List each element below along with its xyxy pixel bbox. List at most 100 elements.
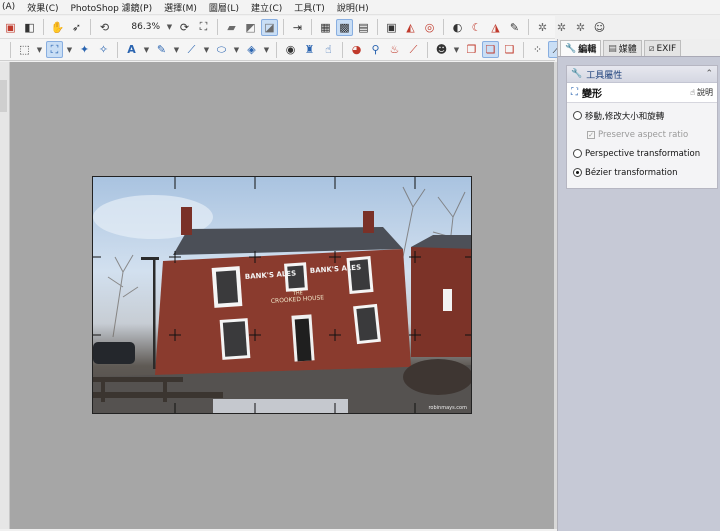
fit-screen-icon[interactable]: ⛶ — [195, 19, 212, 36]
fill-icon[interactable]: ◈ — [243, 41, 260, 58]
tab-media[interactable]: ▤ 媒體 — [603, 40, 642, 56]
gear-icon[interactable]: ✲ — [534, 19, 551, 36]
toolbar-separator — [528, 19, 529, 35]
menu-item-a[interactable]: (A) — [2, 2, 15, 12]
image-canvas[interactable]: BANK'S ALES BANK'S ALES THE CROOKED HOUS… — [10, 62, 554, 529]
transform-options: 移動,修改大小和旋轉 ✓ Preserve aspect ratio Persp… — [567, 103, 717, 185]
fill-dropdown-icon[interactable]: ▼ — [262, 41, 271, 58]
bucket-icon[interactable]: ♨ — [386, 41, 403, 58]
zoom-out-icon[interactable]: ⟲ — [96, 19, 113, 36]
menu-item-create[interactable]: 建立(C) — [251, 1, 282, 14]
photo-icon[interactable]: ▣ — [383, 19, 400, 36]
person-icon[interactable]: ☻ — [433, 41, 450, 58]
tools-toolbar: ⬚ ▼ ⛶ ▼ ✦ ✧ A ▼ ✎ ▼ ⟋ ▼ ⬭ ▼ ◈ ▼ ◉ ♜ ☝ ◕ … — [0, 39, 574, 61]
help-button[interactable]: ☝ 說明 — [690, 87, 713, 98]
menu-bar: (A) 效果(C) PhotoShop 濾鏡(P) 選擇(M) 圖層(L) 建立… — [0, 0, 720, 15]
brush-dropdown-icon[interactable]: ▼ — [172, 41, 181, 58]
option-bezier[interactable]: Bézier transformation — [573, 163, 711, 182]
main-house — [155, 207, 411, 375]
text-icon[interactable]: A — [123, 41, 140, 58]
tab-exif[interactable]: ⧄ EXIF — [643, 40, 682, 56]
radio-bezier[interactable] — [573, 168, 582, 177]
tab-edit[interactable]: 🔧 編輯 — [560, 40, 602, 56]
brush-fill-icon[interactable]: ◮ — [487, 19, 504, 36]
zoom-dropdown-icon[interactable]: ▼ — [165, 19, 174, 36]
menu-item-help[interactable]: 說明(H) — [337, 1, 369, 14]
menu-item-layer[interactable]: 圖層(L) — [209, 1, 239, 14]
grid-icon[interactable]: ▦ — [317, 19, 334, 36]
menu-item-photoshop-filters[interactable]: PhotoShop 濾鏡(P) — [71, 1, 153, 14]
layer-stack-icon[interactable]: ❑ — [501, 41, 518, 58]
zoom-level[interactable]: 86.3% — [115, 19, 163, 35]
menu-item-effects[interactable]: 效果(C) — [27, 1, 58, 14]
open-icon[interactable]: ▣ — [2, 19, 19, 36]
tool-properties-header[interactable]: 🔧 工具屬性 ⌃ — [567, 66, 717, 83]
star-brush-icon[interactable]: ✧ — [95, 41, 112, 58]
transform-tool-icon[interactable]: ⛶ — [46, 41, 63, 58]
swirl-icon[interactable]: ◎ — [421, 19, 438, 36]
menu-item-tools[interactable]: 工具(T) — [294, 1, 325, 14]
moon-icon[interactable]: ☾ — [468, 19, 485, 36]
option-perspective[interactable]: Perspective transformation — [573, 144, 711, 163]
hand-icon[interactable]: ✋ — [49, 19, 66, 36]
toolbar-separator — [283, 19, 284, 35]
gear-2-icon[interactable]: ✲ — [553, 19, 570, 36]
radio-move[interactable] — [573, 111, 582, 120]
wrench-icon: 🔧 — [571, 69, 583, 79]
menu-item-select[interactable]: 選擇(M) — [164, 1, 197, 14]
copy-icon[interactable]: ◧ — [21, 19, 38, 36]
line-icon[interactable]: ⟋ — [183, 41, 200, 58]
grid-fine-icon[interactable]: ▩ — [336, 18, 353, 36]
transform-dropdown-icon[interactable]: ▼ — [65, 41, 74, 58]
left-dock-tab[interactable] — [0, 80, 7, 112]
eyedropper-icon[interactable]: ⟋ — [405, 41, 422, 58]
tool-name-row: ⛶ 變形 ☝ 說明 — [567, 83, 717, 103]
pin-icon[interactable]: ⚲ — [367, 41, 384, 58]
toolbar-separator — [443, 19, 444, 35]
right-panel-tabs: 🔧 編輯 ▤ 媒體 ⧄ EXIF — [558, 39, 720, 57]
finger-icon[interactable]: ☝ — [320, 41, 337, 58]
tool-properties-title: 工具屬性 — [586, 70, 623, 81]
line-dropdown-icon[interactable]: ▼ — [202, 41, 211, 58]
layer-icon[interactable]: ◩ — [242, 19, 259, 36]
tab-edit-label: 編輯 — [578, 45, 597, 55]
eraser-icon[interactable]: ▰ — [223, 19, 240, 36]
image-icon[interactable]: ▤ — [355, 19, 372, 36]
triangle-icon[interactable]: ◭ — [402, 19, 419, 36]
contrast-icon[interactable]: ◐ — [449, 19, 466, 36]
radio-perspective[interactable] — [573, 149, 582, 158]
user-icon[interactable]: ☺ — [591, 19, 608, 36]
zoom-in-icon[interactable]: ⟳ — [176, 19, 193, 36]
forward-icon[interactable]: ⇥ — [289, 19, 306, 36]
photo-image[interactable]: BANK'S ALES BANK'S ALES THE CROOKED HOUS… — [92, 176, 472, 414]
stamp-icon[interactable]: ♜ — [301, 41, 318, 58]
sponge-icon[interactable]: ◕ — [348, 41, 365, 58]
layer-merge-icon[interactable]: ❏ — [482, 41, 499, 58]
redeye-icon[interactable]: ◉ — [282, 41, 299, 58]
toolbar-separator — [276, 41, 277, 58]
layer-copy-icon[interactable]: ❐ — [463, 41, 480, 58]
pen-icon[interactable]: ✎ — [506, 19, 523, 36]
media-icon: ▤ — [608, 43, 617, 54]
stack-icon[interactable]: ◪ — [261, 18, 278, 36]
ellipse-dropdown-icon[interactable]: ▼ — [232, 41, 241, 58]
toolbar-separator — [377, 19, 378, 35]
dots-icon[interactable]: ⁘ — [529, 41, 546, 58]
pointer-icon[interactable]: ➶ — [68, 19, 85, 36]
collapse-icon[interactable]: ⌃ — [705, 69, 713, 79]
watermark-text: robinmays.com — [428, 405, 467, 411]
gear-3-icon[interactable]: ✲ — [572, 19, 589, 36]
snow-patch — [213, 399, 348, 413]
select-rect-icon[interactable]: ⬚ — [16, 41, 33, 58]
option-move-resize-rotate[interactable]: 移動,修改大小和旋轉 — [573, 106, 711, 125]
person-dropdown-icon[interactable]: ▼ — [452, 41, 461, 58]
tab-media-label: 媒體 — [618, 45, 637, 55]
option-perspective-label: Perspective transformation — [585, 148, 701, 159]
wand-icon[interactable]: ✦ — [76, 41, 93, 58]
bushes — [403, 359, 471, 395]
brush-icon[interactable]: ✎ — [153, 41, 170, 58]
text-dropdown-icon[interactable]: ▼ — [142, 41, 151, 58]
select-dropdown-icon[interactable]: ▼ — [35, 41, 44, 58]
tab-exif-label: EXIF — [656, 43, 677, 54]
ellipse-icon[interactable]: ⬭ — [213, 41, 230, 58]
